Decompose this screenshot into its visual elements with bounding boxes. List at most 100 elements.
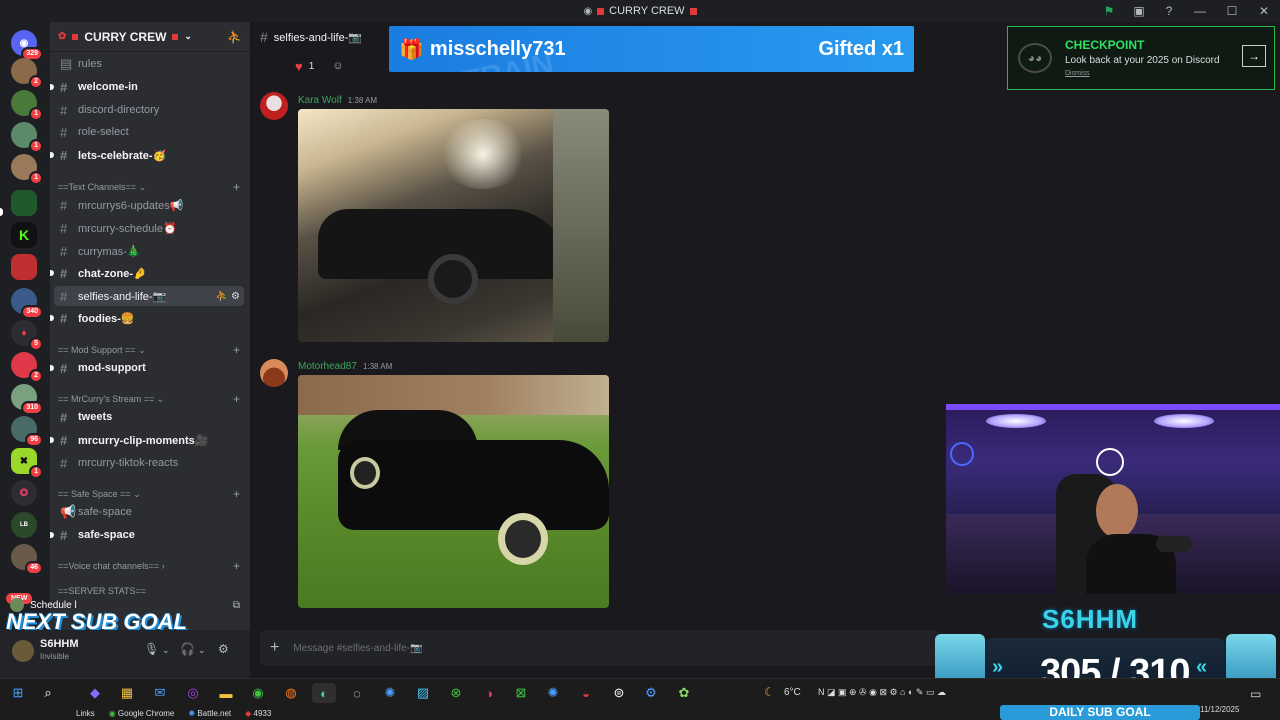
search-icon[interactable]: ⌕ xyxy=(36,683,60,703)
edge-icon[interactable]: ◐ xyxy=(312,683,336,703)
channel-chat-zone[interactable]: # chat-zone-🤌 xyxy=(50,263,244,283)
store-icon[interactable]: ▦ xyxy=(115,683,139,703)
channel-rules[interactable]: ▤ rules xyxy=(54,54,244,74)
xbox-icon[interactable]: ⊗ xyxy=(444,683,468,703)
dismiss-link[interactable]: Dismiss xyxy=(1065,70,1090,77)
channel-mod-support[interactable]: # mod-support xyxy=(50,358,244,378)
channel-selfies-and-life[interactable]: # selfies-and-life-📷 ⛹ ⚙ xyxy=(54,286,244,306)
server-icon[interactable]: 1 xyxy=(11,154,43,185)
livebot-icon[interactable]: LB xyxy=(11,512,37,538)
channel-foodies[interactable]: # foodies-🍔 xyxy=(50,308,244,328)
steam-icon[interactable]: ⚙ xyxy=(639,683,663,703)
avatar[interactable] xyxy=(260,92,288,120)
add-attachment-icon[interactable]: + xyxy=(270,639,279,657)
taskbar-link[interactable]: ◆ 4933 xyxy=(245,709,271,718)
direct-messages-icon[interactable]: ◉ 329 xyxy=(11,30,43,61)
windows-start-icon[interactable]: ⊞ xyxy=(6,683,30,703)
kick-icon[interactable]: K xyxy=(11,222,37,248)
server-icon[interactable]: 1 xyxy=(11,122,43,153)
firefox-icon[interactable]: ◍ xyxy=(279,683,303,703)
app-icon[interactable]: ▨ xyxy=(411,683,435,703)
notification-icon[interactable]: ▭ xyxy=(1250,687,1261,701)
category-mod-support[interactable]: == Mod Support == ⌄ + xyxy=(58,343,240,357)
image-attachment[interactable] xyxy=(298,109,609,342)
battlenet-icon[interactable]: ✺ xyxy=(378,683,402,703)
screen-share-icon[interactable]: ⧉ xyxy=(233,600,240,611)
tray-icons[interactable]: N ◪ ▣ ⊕ ✇ ◉ ⊠ ⚙ ⌂ ◐ ✎ ▭ ☁ xyxy=(818,687,946,698)
app-icon[interactable]: ✺ xyxy=(541,683,565,703)
server-icon[interactable]: 1 xyxy=(11,90,43,121)
channel-currymas[interactable]: # currymas-🎄 xyxy=(54,241,244,261)
channel-mrcurry-schedule[interactable]: # mrcurry-schedule⏰ xyxy=(54,218,244,238)
avatar[interactable] xyxy=(12,640,34,662)
invite-icon[interactable]: ⛹ xyxy=(227,30,242,44)
help-icon[interactable]: ? xyxy=(1154,4,1184,18)
weather-moon-icon[interactable]: ☾ xyxy=(764,685,775,699)
avatar[interactable] xyxy=(260,359,288,387)
obs-icon[interactable]: ◌ xyxy=(345,683,369,703)
add-channel-icon[interactable]: + xyxy=(233,487,240,501)
category-safe-space[interactable]: == Safe Space == ⌄ + xyxy=(58,487,240,501)
add-channel-icon[interactable]: + xyxy=(233,180,240,194)
server-icon[interactable]: ✖ 1 xyxy=(11,448,43,479)
taskbar-link[interactable]: ◉ Google Chrome xyxy=(109,709,175,718)
app-icon[interactable]: ⊠ xyxy=(509,683,533,703)
maximize-button[interactable]: ☐ xyxy=(1216,4,1248,18)
channel-lets-celebrate[interactable]: # lets-celebrate-🥳 xyxy=(50,145,244,165)
message-author[interactable]: Motorhead87 xyxy=(298,361,357,372)
channel-tweets[interactable]: # tweets xyxy=(54,407,244,427)
server-icon[interactable]: 2 xyxy=(11,58,43,89)
guild-header[interactable]: ✿ CURRY CREW ⌄ ⛹ xyxy=(50,22,250,52)
message-reaction[interactable]: ♥ 1 ☺ xyxy=(295,56,344,76)
chrome-icon[interactable]: ◉ xyxy=(246,683,270,703)
message-author[interactable]: Kara Wolf xyxy=(298,95,342,106)
copilot-icon[interactable]: ◆ xyxy=(83,683,107,703)
channel-mrcurry-tiktok-reacts[interactable]: # mrcurry-tiktok-reacts xyxy=(54,453,244,473)
channel-welcome-in[interactable]: # welcome-in xyxy=(50,77,244,97)
add-channel-icon[interactable]: + xyxy=(233,392,240,406)
app-icon[interactable]: ⊜ xyxy=(607,683,631,703)
chevron-down-icon[interactable]: ⌄ xyxy=(198,645,206,656)
microphone-icon[interactable]: 🎙 xyxy=(144,642,159,656)
image-attachment[interactable] xyxy=(298,375,609,608)
channel-mrcurry-clip-moments[interactable]: # mrcurry-clip-moments🎥 xyxy=(50,430,244,450)
channel-role-select[interactable]: # role-select xyxy=(54,122,244,142)
outlook-icon[interactable]: ✉ xyxy=(148,683,172,703)
flag-icon[interactable]: ⚑ xyxy=(1094,4,1124,18)
app-icon[interactable]: ✿ xyxy=(672,683,696,703)
channel-safe-space[interactable]: # safe-space xyxy=(50,525,244,545)
category-text-channels[interactable]: ==Text Channels== ⌄ + xyxy=(58,180,240,194)
server-icon[interactable]: 310 xyxy=(11,384,43,415)
voice-server-icon[interactable]: ♦ 5 xyxy=(11,320,43,351)
app-icon[interactable]: ◒ xyxy=(574,683,598,703)
server-icon[interactable]: 46 xyxy=(11,544,43,575)
channel-safe-space-announcements[interactable]: 📢 safe-space xyxy=(54,502,244,522)
user-settings-gear-icon[interactable]: ⚙ xyxy=(218,642,229,656)
channel-discord-directory[interactable]: # discord-directory xyxy=(54,100,244,120)
server-icon[interactable]: 2 xyxy=(11,352,43,383)
add-channel-icon[interactable]: + xyxy=(233,559,240,573)
server-icon[interactable]: 96 xyxy=(11,416,43,447)
server-icon[interactable] xyxy=(11,254,37,280)
server-icon[interactable]: 340 xyxy=(11,288,43,319)
minimize-button[interactable]: — xyxy=(1184,4,1216,18)
server-icon[interactable] xyxy=(11,190,37,216)
chevron-down-icon[interactable]: ⌄ xyxy=(162,645,170,656)
message-composer[interactable]: + Message #selfies-and-life-📷 xyxy=(260,630,940,666)
taskbar-date[interactable]: 11/12/2025 xyxy=(1200,705,1239,714)
category-mrcurrys-stream[interactable]: == MrCurry's Stream == ⌄ + xyxy=(58,392,240,406)
channel-mrcurrys6-updates[interactable]: # mrcurrys6-updates📢 xyxy=(54,195,244,215)
taskbar-link[interactable]: ✺ Battle.net xyxy=(188,709,231,718)
server-icon[interactable]: ✪ xyxy=(11,480,37,506)
inbox-icon[interactable]: ▣ xyxy=(1124,4,1154,18)
weather-temperature[interactable]: 6°C xyxy=(784,687,801,698)
arrow-right-icon[interactable]: → xyxy=(1242,45,1266,67)
app-icon[interactable]: ◑ xyxy=(477,683,501,703)
app-icon[interactable]: ◎ xyxy=(181,683,205,703)
category-voice-chat[interactable]: ==Voice chat channels== › + xyxy=(58,559,240,573)
close-button[interactable]: ✕ xyxy=(1248,4,1280,18)
add-reaction-icon[interactable]: ☺ xyxy=(332,60,343,72)
checkpoint-popup[interactable]: ◕◕ CHECKPOINT Look back at your 2025 on … xyxy=(1007,26,1275,90)
headphones-icon[interactable]: 🎧 xyxy=(180,642,195,656)
file-explorer-icon[interactable]: ▬ xyxy=(214,683,238,703)
